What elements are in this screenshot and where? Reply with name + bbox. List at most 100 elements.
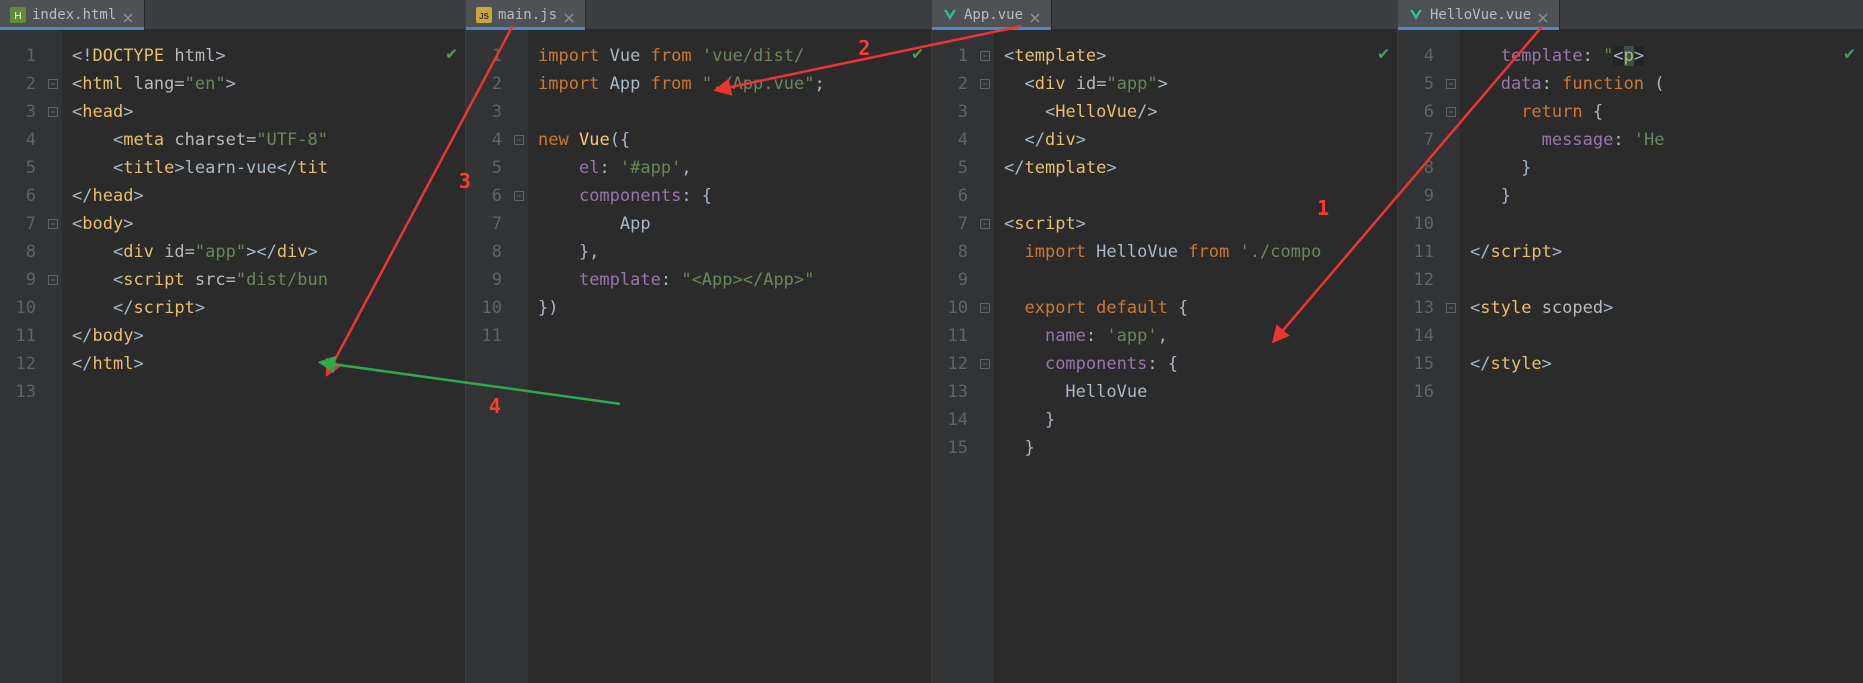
code-line[interactable]: <meta charset="UTF-8" xyxy=(72,126,457,154)
close-icon[interactable] xyxy=(1029,9,1041,21)
code-line[interactable]: name: 'app', xyxy=(1004,322,1389,350)
fold-toggle[interactable] xyxy=(976,350,994,378)
code-line[interactable]: import App from "./App.vue"; xyxy=(538,70,923,98)
fold-toggle[interactable] xyxy=(44,210,62,238)
fold-toggle[interactable] xyxy=(976,70,994,98)
code-editor[interactable]: 12345678910111213<!DOCTYPE html><html la… xyxy=(0,30,465,683)
code-area[interactable]: <template> <div id="app"> <HelloVue/> </… xyxy=(994,30,1397,683)
code-line[interactable]: components: { xyxy=(538,182,923,210)
code-line[interactable]: <script> xyxy=(1004,210,1389,238)
code-area[interactable]: <!DOCTYPE html><html lang="en"><head> <m… xyxy=(62,30,465,683)
code-line[interactable] xyxy=(1004,182,1389,210)
code-line[interactable]: </script> xyxy=(1470,238,1855,266)
code-line[interactable]: message: 'He xyxy=(1470,126,1855,154)
code-line[interactable]: </template> xyxy=(1004,154,1389,182)
code-line[interactable]: template: "<App></App>" xyxy=(538,266,923,294)
code-line[interactable]: </body> xyxy=(72,322,457,350)
fold-toggle xyxy=(1442,182,1460,210)
code-line[interactable]: new Vue({ xyxy=(538,126,923,154)
fold-toggle[interactable] xyxy=(1442,70,1460,98)
code-line[interactable]: </html> xyxy=(72,350,457,378)
code-line[interactable]: }) xyxy=(538,294,923,322)
code-line[interactable]: <div id="app"></div> xyxy=(72,238,457,266)
code-line[interactable] xyxy=(72,378,457,406)
code-line[interactable]: data: function ( xyxy=(1470,70,1855,98)
editor-tab[interactable]: HelloVue.vue xyxy=(1398,0,1560,29)
fold-toggle xyxy=(976,434,994,462)
editor-tab[interactable]: App.vue xyxy=(932,0,1052,29)
code-line[interactable]: <head> xyxy=(72,98,457,126)
code-line[interactable]: HelloVue xyxy=(1004,378,1389,406)
inspection-ok-icon: ✔ xyxy=(912,40,923,68)
code-line[interactable]: import Vue from 'vue/dist/ xyxy=(538,42,923,70)
code-line[interactable]: <!DOCTYPE html> xyxy=(72,42,457,70)
code-line[interactable]: </head> xyxy=(72,182,457,210)
code-line[interactable]: } xyxy=(1470,154,1855,182)
tab-label: index.html xyxy=(32,7,116,23)
line-number: 9 xyxy=(466,266,502,294)
code-editor[interactable]: 1234567891011import Vue from 'vue/dist/i… xyxy=(466,30,931,683)
code-line[interactable] xyxy=(538,322,923,350)
line-number: 1 xyxy=(466,42,502,70)
code-line[interactable]: return { xyxy=(1470,98,1855,126)
code-line[interactable]: } xyxy=(1004,434,1389,462)
code-line[interactable]: <div id="app"> xyxy=(1004,70,1389,98)
code-line[interactable] xyxy=(1004,266,1389,294)
code-line[interactable]: <body> xyxy=(72,210,457,238)
code-line[interactable]: import HelloVue from './compo xyxy=(1004,238,1389,266)
code-editor[interactable]: 123456789101112131415<template> <div id=… xyxy=(932,30,1397,683)
fold-toggle xyxy=(1442,266,1460,294)
fold-toggle[interactable] xyxy=(1442,294,1460,322)
code-line[interactable] xyxy=(1470,378,1855,406)
fold-toggle[interactable] xyxy=(976,42,994,70)
line-number: 2 xyxy=(0,70,36,98)
fold-toggle[interactable] xyxy=(976,294,994,322)
fold-toggle[interactable] xyxy=(510,126,528,154)
code-area[interactable]: template: "<p> data: function ( return {… xyxy=(1460,30,1863,683)
code-line[interactable]: }, xyxy=(538,238,923,266)
svg-text:JS: JS xyxy=(479,12,489,21)
fold-toggle[interactable] xyxy=(44,70,62,98)
code-line[interactable] xyxy=(1470,266,1855,294)
code-line[interactable]: } xyxy=(1470,182,1855,210)
code-area[interactable]: import Vue from 'vue/dist/import App fro… xyxy=(528,30,931,683)
code-line[interactable]: components: { xyxy=(1004,350,1389,378)
code-line[interactable]: <title>learn-vue</tit xyxy=(72,154,457,182)
close-icon[interactable] xyxy=(122,9,134,21)
line-number: 7 xyxy=(932,210,968,238)
fold-gutter xyxy=(976,30,994,683)
code-line[interactable]: App xyxy=(538,210,923,238)
editor-tab[interactable]: JSmain.js xyxy=(466,0,586,29)
inspection-ok-icon: ✔ xyxy=(446,40,457,68)
fold-toggle xyxy=(510,98,528,126)
close-icon[interactable] xyxy=(563,9,575,21)
code-line[interactable] xyxy=(1470,322,1855,350)
code-line[interactable]: <style scoped> xyxy=(1470,294,1855,322)
line-number: 7 xyxy=(466,210,502,238)
editor-tab[interactable]: Hindex.html xyxy=(0,0,145,29)
fold-toggle xyxy=(44,126,62,154)
fold-toggle[interactable] xyxy=(976,210,994,238)
fold-toggle[interactable] xyxy=(1442,98,1460,126)
code-editor[interactable]: 45678910111213141516 template: "<p> data… xyxy=(1398,30,1863,683)
close-icon[interactable] xyxy=(1537,9,1549,21)
fold-toggle[interactable] xyxy=(510,182,528,210)
code-line[interactable]: </div> xyxy=(1004,126,1389,154)
code-line[interactable]: <script src="dist/bun xyxy=(72,266,457,294)
code-line[interactable] xyxy=(538,98,923,126)
fold-toggle[interactable] xyxy=(44,266,62,294)
code-line[interactable]: </script> xyxy=(72,294,457,322)
line-gutter: 45678910111213141516 xyxy=(1398,30,1442,683)
code-line[interactable]: } xyxy=(1004,406,1389,434)
code-line[interactable]: </style> xyxy=(1470,350,1855,378)
code-line[interactable]: <HelloVue/> xyxy=(1004,98,1389,126)
code-line[interactable]: <template> xyxy=(1004,42,1389,70)
fold-toggle xyxy=(976,182,994,210)
fold-toggle[interactable] xyxy=(44,98,62,126)
code-line[interactable]: template: "<p> xyxy=(1470,42,1855,70)
code-line[interactable]: <html lang="en"> xyxy=(72,70,457,98)
code-line[interactable]: el: '#app', xyxy=(538,154,923,182)
code-line[interactable]: export default { xyxy=(1004,294,1389,322)
code-line[interactable] xyxy=(1470,210,1855,238)
line-number: 5 xyxy=(466,154,502,182)
